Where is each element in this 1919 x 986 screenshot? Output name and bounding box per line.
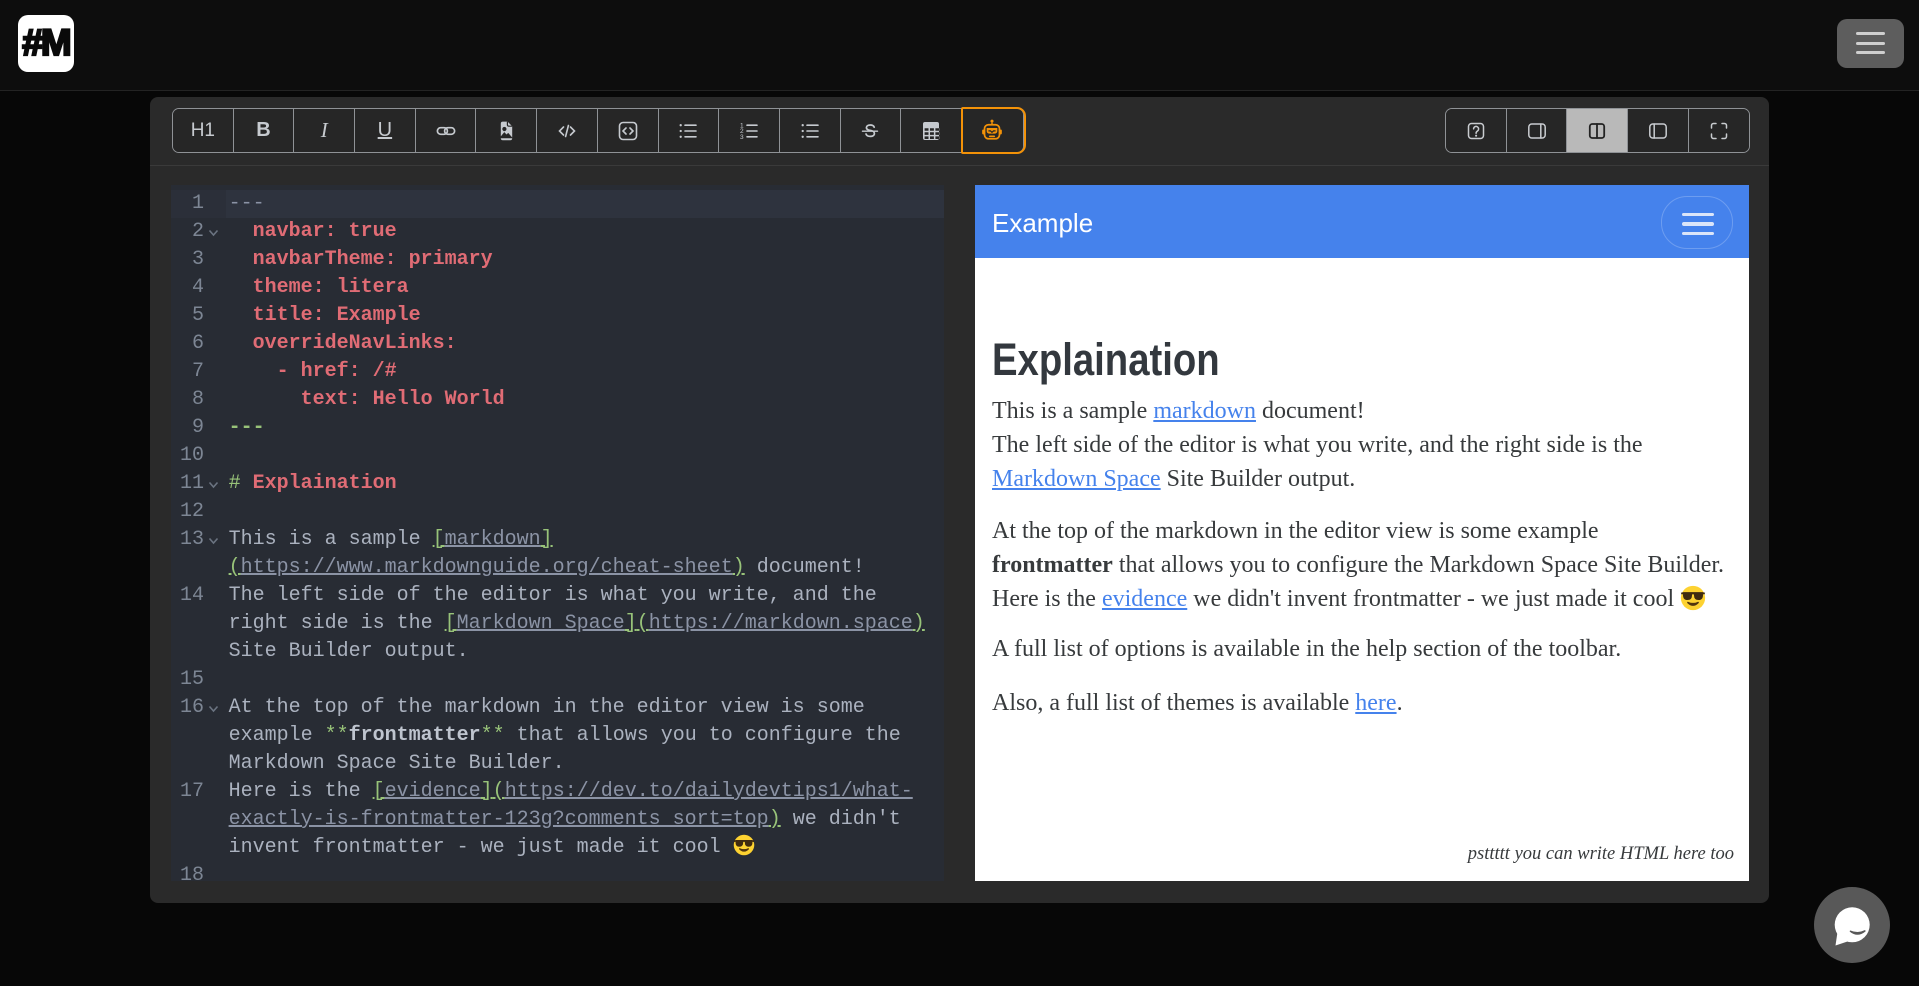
svg-text:3: 3 (740, 134, 744, 141)
